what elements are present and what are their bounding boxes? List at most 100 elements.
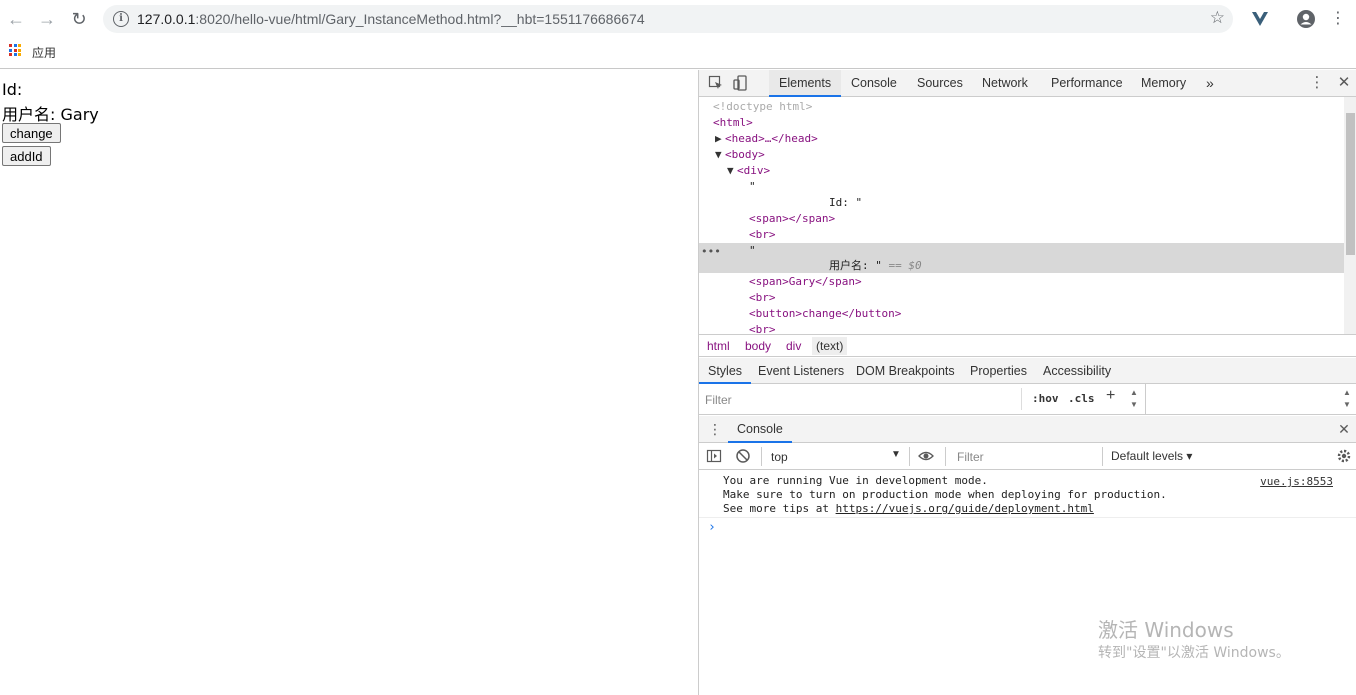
windows-activation-watermark-title: 激活 Windows bbox=[1098, 618, 1234, 642]
console-prompt-icon[interactable]: › bbox=[708, 520, 716, 535]
url-host: 127.0.0.1 bbox=[137, 11, 196, 27]
dom-row-actions[interactable]: ••• bbox=[701, 245, 721, 258]
cls-toggle[interactable]: .cls bbox=[1068, 392, 1095, 405]
dom-div[interactable]: <div> bbox=[737, 163, 770, 179]
elements-subtabs: Styles Event Listeners DOM Breakpoints P… bbox=[699, 358, 1356, 384]
url-path: :8020/hello-vue/html/Gary_InstanceMethod… bbox=[195, 11, 645, 27]
breadcrumb: html body div (text) bbox=[699, 334, 1356, 357]
info-icon[interactable]: i bbox=[113, 11, 129, 27]
bookmarks-bar: 应用 bbox=[0, 38, 1356, 69]
back-arrow-icon[interactable]: ← bbox=[6, 9, 26, 29]
username-label: 用户名: bbox=[2, 105, 56, 124]
crumb-div[interactable]: div bbox=[786, 339, 801, 353]
console-drawer-header: ⋮ Console ✕ bbox=[699, 416, 1356, 443]
more-tabs-icon[interactable]: » bbox=[1196, 70, 1224, 97]
hov-toggle[interactable]: :hov bbox=[1032, 392, 1059, 405]
dom-br[interactable]: <br> bbox=[749, 290, 776, 306]
browser-toolbar: ← → ↻ i 127.0.0.1:8020/hello-vue/html/Ga… bbox=[0, 0, 1356, 38]
console-sidebar-icon[interactable] bbox=[706, 448, 722, 464]
tab-network[interactable]: Network bbox=[972, 70, 1038, 97]
devtools-menu-icon[interactable]: ⋮ bbox=[1309, 75, 1325, 91]
tab-performance[interactable]: Performance bbox=[1041, 70, 1133, 97]
apps-grid-icon[interactable] bbox=[9, 44, 21, 56]
devtools-panel: Elements Console Sources Network Perform… bbox=[698, 70, 1356, 695]
styles-scroll-up-icon[interactable]: ▲ bbox=[1130, 388, 1138, 397]
collapse-body-icon[interactable]: ▼ bbox=[715, 147, 722, 163]
dom-html[interactable]: <html> bbox=[713, 115, 753, 131]
dom-br[interactable]: <br> bbox=[749, 322, 776, 334]
pane-scroll-down-icon[interactable]: ▼ bbox=[1343, 400, 1351, 409]
subtab-accessibility[interactable]: Accessibility bbox=[1034, 358, 1120, 384]
page-content: Id: 用户名: Gary change addId bbox=[0, 70, 698, 695]
apps-bookmark[interactable]: 应用 bbox=[32, 44, 56, 61]
default-levels-dropdown[interactable]: Default levels ▾ bbox=[1111, 449, 1192, 463]
selected-dom-row[interactable] bbox=[699, 243, 1344, 273]
tab-elements[interactable]: Elements bbox=[769, 70, 842, 97]
dom-body[interactable]: <body> bbox=[725, 147, 765, 163]
dom-button-change[interactable]: <button>change</button> bbox=[749, 306, 901, 322]
collapse-div-icon[interactable]: ▼ bbox=[727, 163, 734, 179]
vue-devtools-icon[interactable] bbox=[1250, 9, 1270, 29]
menu-kebab-icon[interactable]: ⋮ bbox=[1328, 9, 1348, 29]
profile-avatar-icon[interactable] bbox=[1296, 9, 1316, 29]
addid-button[interactable]: addId bbox=[2, 146, 51, 166]
devtools-tabbar: Elements Console Sources Network Perform… bbox=[699, 70, 1356, 97]
username-line: 用户名: Gary bbox=[2, 101, 99, 125]
crumb-html[interactable]: html bbox=[707, 339, 730, 353]
console-message-prefix: See more tips at bbox=[723, 502, 836, 515]
crumb-body[interactable]: body bbox=[745, 339, 771, 353]
styles-filter-bar: Filter :hov .cls + ▲ ▼ ▲ ▼ bbox=[699, 384, 1356, 415]
device-toolbar-icon[interactable] bbox=[733, 75, 749, 91]
drawer-menu-icon[interactable]: ⋮ bbox=[707, 421, 723, 437]
dom-doctype[interactable]: <!doctype html> bbox=[713, 99, 812, 115]
reload-icon[interactable]: ↻ bbox=[69, 9, 89, 29]
context-dropdown-icon[interactable]: ▼ bbox=[891, 449, 901, 460]
bookmark-star-icon[interactable]: ☆ bbox=[1210, 8, 1225, 28]
dom-scrollbar-thumb[interactable] bbox=[1346, 113, 1355, 255]
console-source-link[interactable]: vue.js:8553 bbox=[1260, 475, 1333, 488]
dom-tree: ••• <!doctype html> <html> ▶ <head>…</he… bbox=[699, 97, 1344, 334]
tab-console[interactable]: Console bbox=[841, 70, 907, 97]
live-expression-eye-icon[interactable] bbox=[918, 448, 934, 464]
username-value: Gary bbox=[60, 105, 99, 124]
styles-scroll-down-icon[interactable]: ▼ bbox=[1130, 400, 1138, 409]
clear-console-icon[interactable] bbox=[735, 448, 751, 464]
console-message-line3: See more tips at https://vuejs.org/guide… bbox=[723, 502, 1094, 516]
console-filter-input[interactable]: Filter bbox=[957, 450, 984, 464]
crumb-text[interactable]: (text) bbox=[812, 337, 848, 355]
context-select[interactable]: top bbox=[771, 450, 788, 464]
subtab-dom-breakpoints[interactable]: DOM Breakpoints bbox=[847, 358, 964, 384]
subtab-properties[interactable]: Properties bbox=[961, 358, 1036, 384]
styles-filter-input[interactable]: Filter bbox=[705, 390, 1015, 410]
dom-text-quote[interactable]: " bbox=[749, 179, 756, 195]
console-message-line2: Make sure to turn on production mode whe… bbox=[723, 488, 1167, 501]
url-text[interactable]: 127.0.0.1:8020/hello-vue/html/Gary_Insta… bbox=[137, 11, 645, 27]
expand-head-icon[interactable]: ▶ bbox=[715, 131, 722, 147]
dom-text-username[interactable]: 用户名: " == $0 bbox=[829, 258, 922, 274]
pane-scroll-up-icon[interactable]: ▲ bbox=[1343, 388, 1351, 397]
subtab-styles[interactable]: Styles bbox=[699, 358, 752, 384]
new-style-rule-icon[interactable]: + bbox=[1106, 387, 1115, 405]
drawer-close-icon[interactable]: ✕ bbox=[1336, 421, 1352, 437]
address-bar[interactable]: i 127.0.0.1:8020/hello-vue/html/Gary_Ins… bbox=[103, 5, 1233, 33]
console-message-line1: You are running Vue in development mode. bbox=[723, 474, 988, 487]
dom-br[interactable]: <br> bbox=[749, 227, 776, 243]
drawer-tab-console[interactable]: Console bbox=[728, 416, 792, 443]
tab-sources[interactable]: Sources bbox=[907, 70, 973, 97]
dom-scrollbar[interactable] bbox=[1344, 97, 1356, 334]
windows-activation-watermark-subtitle: 转到"设置"以激活 Windows。 bbox=[1098, 645, 1290, 661]
dom-text-quote-selected[interactable]: " bbox=[749, 243, 756, 259]
dom-span-empty[interactable]: <span></span> bbox=[749, 211, 835, 227]
devtools-close-icon[interactable]: ✕ bbox=[1336, 75, 1352, 91]
inspect-element-icon[interactable] bbox=[708, 75, 724, 91]
tab-memory[interactable]: Memory bbox=[1131, 70, 1196, 97]
console-settings-gear-icon[interactable] bbox=[1336, 448, 1352, 464]
dom-head[interactable]: <head>…</head> bbox=[725, 131, 818, 147]
vue-docs-link[interactable]: https://vuejs.org/guide/deployment.html bbox=[836, 502, 1094, 515]
subtab-event-listeners[interactable]: Event Listeners bbox=[749, 358, 853, 384]
dom-span-gary[interactable]: <span>Gary</span> bbox=[749, 274, 862, 290]
change-button[interactable]: change bbox=[2, 123, 61, 143]
forward-arrow-icon[interactable]: → bbox=[37, 9, 57, 29]
dom-text-id[interactable]: Id: " bbox=[829, 195, 862, 211]
console-toolbar: top ▼ Filter Default levels ▾ bbox=[699, 443, 1356, 470]
